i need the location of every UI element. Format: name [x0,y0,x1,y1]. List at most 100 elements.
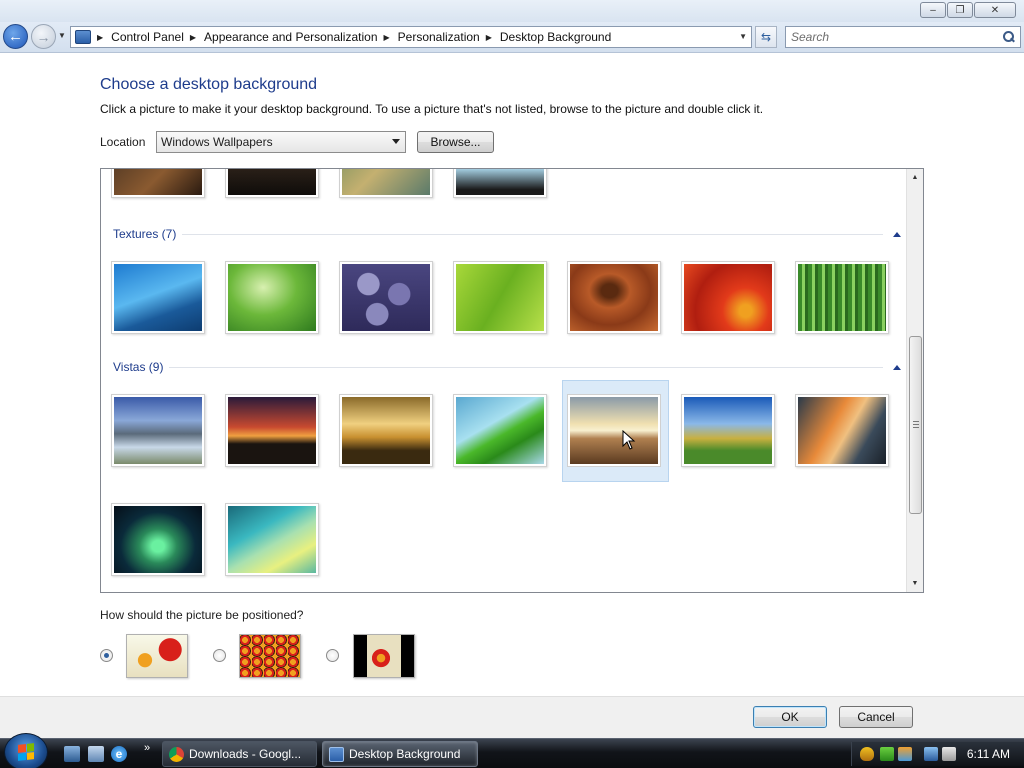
title-bar: ‒ ❐ ✕ [0,0,1024,22]
taskbar-item-chrome[interactable]: Downloads - Googl... [162,741,317,767]
wallpaper-gallery[interactable]: Textures (7) Vistas (9) ▲ ▼ [100,168,924,593]
volume-muted-icon[interactable] [942,747,956,761]
wallpaper-thumbnail[interactable] [567,261,661,334]
position-center-thumbnail[interactable] [353,634,415,678]
wallpaper-thumbnail[interactable] [225,169,319,198]
navigation-bar: ← → ▼ ▶ Control Panel ▶ Appearance and P… [0,22,1024,53]
switch-windows-icon[interactable] [88,746,104,762]
wallpaper-thumbnail[interactable] [225,394,319,467]
security-shield-icon[interactable] [860,747,874,761]
browse-button[interactable]: Browse... [417,131,494,153]
wallpaper-thumbnail[interactable] [453,394,547,467]
close-button[interactable]: ✕ [974,2,1016,18]
wallpaper-thumbnail[interactable] [681,261,775,334]
back-button[interactable]: ← [3,24,28,49]
scroll-down-icon[interactable]: ▼ [907,575,923,592]
forward-arrow-icon: → [36,28,51,45]
location-label: Location [100,135,146,149]
page-title: Choose a desktop background [100,76,318,93]
address-bar[interactable]: ▶ Control Panel ▶ Appearance and Persona… [70,26,752,48]
wallpaper-thumbnail[interactable] [111,503,205,576]
refresh-button[interactable]: ⇆ [755,26,777,48]
ok-button[interactable]: OK [753,706,827,728]
system-tray: 6:11 AM [851,742,1024,766]
control-panel-icon [75,30,91,44]
taskbar: e » Downloads - Googl... Desktop Backgro… [0,733,1024,768]
wallpaper-thumbnail[interactable] [339,261,433,334]
show-desktop-icon[interactable] [64,746,80,762]
grip-icon [913,421,919,428]
refresh-icon: ⇆ [760,30,772,44]
wallpaper-thumbnail[interactable] [453,169,547,198]
location-select[interactable]: Windows Wallpapers [156,131,406,153]
mouse-cursor-icon [622,430,636,450]
breadcrumb-personalization[interactable]: Personalization [398,30,480,44]
checkmark-icon[interactable] [880,747,894,761]
quick-launch-more-icon[interactable]: » [144,742,150,754]
wallpaper-thumbnail[interactable] [339,394,433,467]
chevron-right-icon[interactable]: ▶ [190,33,196,42]
dialog-footer: OK Cancel [0,696,1024,738]
chevron-right-icon[interactable]: ▶ [97,33,103,42]
wallpaper-thumbnail[interactable] [111,394,205,467]
page-description: Click a picture to make it your desktop … [100,102,764,116]
forward-button[interactable]: → [31,24,56,49]
collapse-icon[interactable] [893,364,901,370]
wallpaper-thumbnail[interactable] [225,261,319,334]
group-header-vistas[interactable]: Vistas (9) [113,359,901,375]
chevron-right-icon[interactable]: ▶ [486,33,492,42]
taskbar-item-desktop-background[interactable]: Desktop Background [322,741,478,767]
cancel-button[interactable]: Cancel [839,706,913,728]
windows-update-icon[interactable] [898,747,912,761]
wallpaper-thumbnail[interactable] [681,394,775,467]
search-input[interactable]: Search [791,30,1002,44]
scrollbar-thumb[interactable] [909,336,922,514]
group-header-textures[interactable]: Textures (7) [113,226,901,242]
dropdown-arrow-icon [392,139,400,144]
breadcrumb-desktop-background[interactable]: Desktop Background [500,30,611,44]
wallpaper-thumbnail[interactable] [339,169,433,198]
position-tile-radio[interactable] [213,649,226,662]
scroll-up-icon[interactable]: ▲ [907,169,923,186]
wallpaper-thumbnail[interactable] [795,261,889,334]
position-tile-thumbnail[interactable] [239,634,301,678]
windows-logo-icon [18,743,34,761]
group-divider [182,233,883,235]
internet-explorer-icon[interactable]: e [111,746,127,762]
network-icon[interactable] [924,747,938,761]
group-title: Vistas (9) [113,360,164,374]
group-divider [169,366,883,368]
group-title: Textures (7) [113,227,177,241]
recent-pages-dropdown[interactable]: ▼ [58,31,66,40]
search-box[interactable]: Search [785,26,1021,48]
address-dropdown-icon[interactable]: ▼ [739,32,747,41]
back-arrow-icon: ← [8,28,23,45]
wallpaper-thumbnail[interactable] [795,394,889,467]
main-content: Choose a desktop background Click a pict… [0,54,1024,696]
position-label: How should the picture be positioned? [100,608,304,622]
wallpaper-thumbnail[interactable] [111,169,205,198]
wallpaper-thumbnail[interactable] [225,503,319,576]
chrome-icon [169,746,184,762]
taskbar-item-label: Desktop Background [349,747,461,761]
wallpaper-thumbnail-selected[interactable] [567,394,661,467]
position-fit-thumbnail[interactable] [126,634,188,678]
breadcrumb-appearance[interactable]: Appearance and Personalization [204,30,377,44]
minimize-button[interactable]: ‒ [920,2,946,18]
clock[interactable]: 6:11 AM [967,747,1010,761]
collapse-icon[interactable] [893,231,901,237]
breadcrumb-control-panel[interactable]: Control Panel [111,30,184,44]
position-fit-radio[interactable] [100,649,113,662]
location-select-value: Windows Wallpapers [161,135,273,149]
wallpaper-thumbnail[interactable] [111,261,205,334]
taskbar-item-label: Downloads - Googl... [189,747,302,761]
search-icon[interactable] [1002,30,1016,44]
start-button[interactable] [4,733,48,768]
position-center-radio[interactable] [326,649,339,662]
maximize-button[interactable]: ❐ [947,2,973,18]
window-controls: ‒ ❐ ✕ [920,2,1016,18]
wallpaper-thumbnail[interactable] [453,261,547,334]
gallery-scrollbar[interactable]: ▲ ▼ [906,169,923,592]
chevron-right-icon[interactable]: ▶ [384,33,390,42]
control-panel-icon [329,746,344,762]
